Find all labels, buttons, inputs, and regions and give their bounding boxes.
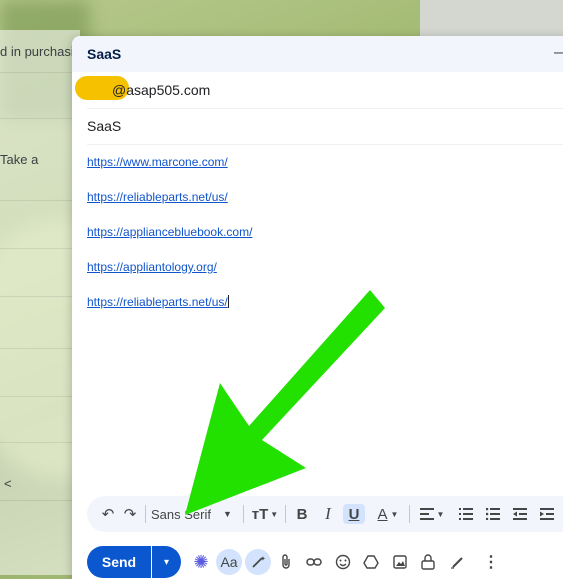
- indent-less-icon[interactable]: [510, 504, 530, 524]
- formatting-options-button[interactable]: Aa: [216, 549, 242, 575]
- inbox-divider: [0, 248, 80, 249]
- minimize-icon[interactable]: —: [554, 44, 563, 62]
- inbox-divider: [0, 118, 80, 119]
- body-link-with-cursor[interactable]: https://reliableparts.net/us/: [87, 295, 229, 309]
- inbox-pagination[interactable]: <: [4, 476, 12, 491]
- recipient-email: @asap505.com: [112, 82, 211, 98]
- chevron-down-icon: ▼: [270, 509, 279, 519]
- undo-icon[interactable]: ↶: [99, 504, 117, 524]
- text-cursor: [227, 295, 229, 308]
- bulleted-list-icon[interactable]: [483, 504, 503, 524]
- attach-file-icon[interactable]: [273, 549, 299, 575]
- toolbar-divider: [145, 505, 146, 523]
- subject-field[interactable]: SaaS: [87, 108, 563, 145]
- insert-signature-icon[interactable]: [444, 549, 470, 575]
- more-options-icon[interactable]: ⋮: [478, 549, 504, 575]
- inbox-divider: [0, 396, 80, 397]
- font-family-select[interactable]: Sans Serif ▼: [151, 504, 241, 524]
- body-link[interactable]: https://appliancebluebook.com/: [87, 225, 252, 239]
- confidential-mode-icon[interactable]: [415, 549, 441, 575]
- body-link[interactable]: https://reliableparts.net/us/: [87, 295, 228, 309]
- send-button[interactable]: Send: [87, 546, 151, 578]
- inbox-divider: [0, 200, 80, 201]
- toolbar-divider: [243, 505, 244, 523]
- inbox-list-behind: d in purchasin Take a <: [0, 30, 81, 575]
- body-link[interactable]: https://www.marcone.com/: [87, 155, 228, 169]
- background-top-right-area: [420, 0, 563, 40]
- align-left-icon: [419, 508, 434, 520]
- inbox-snippet[interactable]: d in purchasin: [0, 44, 81, 59]
- insert-photo-icon[interactable]: [387, 549, 413, 575]
- subject-text: SaaS: [87, 118, 122, 134]
- body-link[interactable]: https://appliantology.org/: [87, 260, 217, 274]
- svg-text:✦: ✦: [260, 555, 265, 563]
- inbox-divider: [0, 296, 80, 297]
- gemini-icon[interactable]: ✺: [188, 549, 214, 575]
- inbox-divider: [0, 500, 80, 501]
- indent-more-icon[interactable]: [537, 504, 557, 524]
- inbox-divider: [0, 72, 80, 73]
- compose-title: SaaS: [87, 46, 122, 62]
- inbox-snippet[interactable]: Take a: [0, 152, 38, 167]
- inbox-divider: [0, 348, 80, 349]
- insert-link-icon[interactable]: [301, 549, 327, 575]
- bold-icon[interactable]: B: [292, 504, 312, 524]
- compose-window: SaaS — @asap505.com SaaS https://www.mar…: [72, 36, 563, 579]
- font-size-icon: ᴛT: [251, 505, 269, 523]
- more-send-options-button[interactable]: ▾: [152, 546, 181, 578]
- body-link[interactable]: https://reliableparts.net/us/: [87, 190, 228, 204]
- toolbar-divider: [409, 505, 410, 523]
- formatting-toolbar: ↶ ↷ Sans Serif ▼ ᴛT ▼ B I U A ▼ ▼: [87, 496, 563, 532]
- insert-emoji-icon[interactable]: [330, 549, 356, 575]
- font-family-value: Sans Serif: [151, 506, 211, 522]
- google-drive-icon[interactable]: [358, 549, 384, 575]
- font-size-button[interactable]: ᴛT ▼: [249, 504, 281, 524]
- chevron-down-icon: ▼: [390, 509, 399, 519]
- chevron-down-icon: ▼: [436, 509, 445, 519]
- compose-header[interactable]: SaaS —: [72, 36, 563, 72]
- italic-icon[interactable]: I: [318, 504, 338, 524]
- redo-icon[interactable]: ↷: [121, 504, 139, 524]
- text-color-button[interactable]: A ▼: [372, 504, 404, 524]
- numbered-list-icon[interactable]: [456, 504, 476, 524]
- text-color-icon: A: [377, 505, 388, 523]
- inbox-divider: [0, 442, 80, 443]
- help-me-write-icon[interactable]: ✦: [245, 549, 271, 575]
- desktop-background: d in purchasin Take a < SaaS — @asap505.…: [0, 0, 563, 579]
- to-field[interactable]: @asap505.com: [75, 72, 563, 109]
- underline-icon[interactable]: U: [343, 504, 365, 524]
- toolbar-divider: [285, 505, 286, 523]
- align-button[interactable]: ▼: [417, 504, 447, 524]
- chevron-down-icon: ▼: [222, 509, 232, 519]
